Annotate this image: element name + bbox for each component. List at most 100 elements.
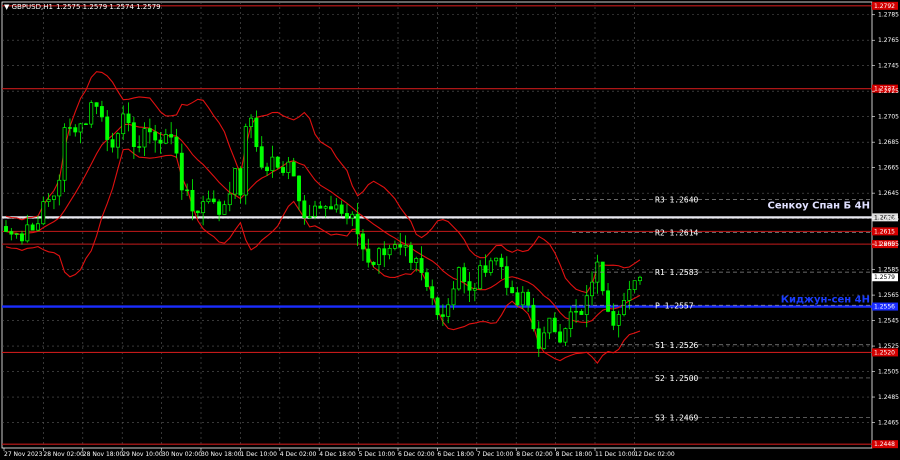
time-axis: 27 Nov 2023 28 Nov 02:0028 Nov 18:0029 No… [3, 448, 675, 458]
pivot-label: R2 1.2614 [655, 229, 699, 238]
candle-body [339, 204, 344, 214]
candle-body [259, 146, 264, 168]
candle-body [4, 226, 8, 232]
candle-body [446, 304, 451, 317]
y-tick-label: 1.2705 [878, 114, 899, 121]
candle-body [211, 198, 216, 203]
pivot-label: R3 1.2640 [655, 196, 699, 205]
y-tick-label: 1.2585 [878, 267, 899, 274]
candle-body [632, 280, 637, 290]
candle-body [163, 134, 168, 144]
candle-body [350, 213, 355, 219]
candle-body [94, 102, 99, 107]
candle-body [419, 258, 424, 273]
candle-body [622, 300, 626, 315]
price-chart[interactable]: 1.27921.27271.26151.26051.25201.24481.26… [0, 0, 900, 460]
y-tick-label: 1.2605 [878, 241, 899, 248]
candle-body [542, 332, 547, 349]
candle-body [158, 139, 163, 144]
candle-body [9, 231, 14, 235]
candle-body [568, 311, 573, 329]
candle-body [387, 247, 392, 256]
candle-body [25, 224, 30, 242]
candle-body [89, 102, 94, 125]
candle-body [499, 257, 504, 267]
y-tick-label: 1.2465 [878, 420, 899, 427]
y-tick-label: 1.2485 [878, 394, 899, 401]
candle-body [121, 113, 126, 135]
candle-body [451, 288, 456, 306]
y-tick-label: 1.2525 [878, 343, 899, 350]
candle-body [334, 204, 339, 210]
candle-body [536, 328, 541, 349]
candle-body [206, 198, 211, 203]
candle-body [195, 210, 200, 214]
x-tick-label: 30 Nov 02:00 [162, 451, 203, 458]
candle-body [57, 179, 62, 197]
y-tick-label: 1.2545 [878, 318, 899, 325]
x-tick-label: 1 Dec 10:00 [240, 451, 277, 458]
x-tick-label: 28 Nov 02:00 [43, 451, 84, 458]
candle-body [169, 134, 174, 138]
candle-body [297, 175, 301, 202]
candle-body [243, 126, 248, 196]
candle-body [190, 189, 195, 212]
candle-body [46, 199, 51, 203]
chart-container: 1.2792 1.2727 1.2615 1.2605 1.2520 1.2448 1.26… [0, 0, 900, 460]
candle-body [504, 266, 509, 288]
candle-body [291, 161, 296, 177]
candle-body [547, 317, 552, 334]
candle-body [355, 213, 360, 235]
candle-body [174, 136, 179, 154]
pivot-label: S1 1.2526 [655, 341, 699, 350]
candle-body [41, 201, 46, 225]
candle-body [627, 289, 632, 301]
candle-body [403, 245, 408, 248]
candle-body [67, 127, 72, 129]
candle-body [638, 276, 642, 282]
candle-body [99, 106, 104, 118]
pivot-label: P 1.2557 [655, 301, 694, 310]
y-tick-label: 1.2685 [878, 139, 899, 146]
upper-band [5, 71, 641, 294]
pivot-label: R1 1.2583 [655, 268, 699, 277]
candle-body [398, 244, 403, 248]
senkou-span-label: Сенкоу Спан Б 4Н [767, 200, 870, 211]
candle-body [361, 233, 365, 250]
candle-body [153, 131, 158, 141]
y-tick-label: 1.2785 [878, 12, 899, 19]
candle-body [275, 156, 280, 168]
candle-body [382, 248, 387, 256]
y-tick-label: 1.2565 [878, 292, 899, 299]
candle-body [254, 117, 259, 148]
candle-body [51, 195, 56, 200]
x-tick-label: 12 Dec 02:00 [634, 451, 675, 458]
candle-body [510, 287, 515, 294]
x-tick-label: 29 Nov 10:00 [122, 451, 163, 458]
pivot-label: S2 1.2500 [655, 374, 699, 383]
candle-body [286, 161, 291, 173]
candle-body [478, 265, 483, 290]
candle-body [249, 117, 254, 127]
x-tick-label: 5 Dec 10:00 [359, 451, 396, 458]
kijun-sen-label: Киджун-сен 4Н [781, 295, 870, 306]
candlesticks [4, 100, 642, 357]
candle-body [467, 281, 472, 291]
y-tick-label: 1.2505 [878, 369, 899, 376]
candle-body [408, 245, 413, 263]
x-tick-label: 6 Dec 02:00 [398, 451, 435, 458]
candle-body [414, 258, 419, 263]
red-level-label: 1.2448 [874, 441, 895, 448]
candle-body [563, 328, 568, 343]
y-tick-label: 1.2625 [878, 216, 899, 223]
candle-body [424, 272, 429, 288]
candle-body [345, 213, 349, 219]
candle-body [217, 201, 222, 215]
red-level-label: 1.2792 [874, 3, 895, 10]
candle-body [137, 146, 142, 148]
candle-body [616, 314, 621, 326]
candle-body [600, 261, 605, 292]
candle-body [552, 317, 557, 333]
y-tick-label: 1.2765 [878, 37, 899, 44]
x-tick-label: 30 Nov 18:00 [201, 451, 242, 458]
